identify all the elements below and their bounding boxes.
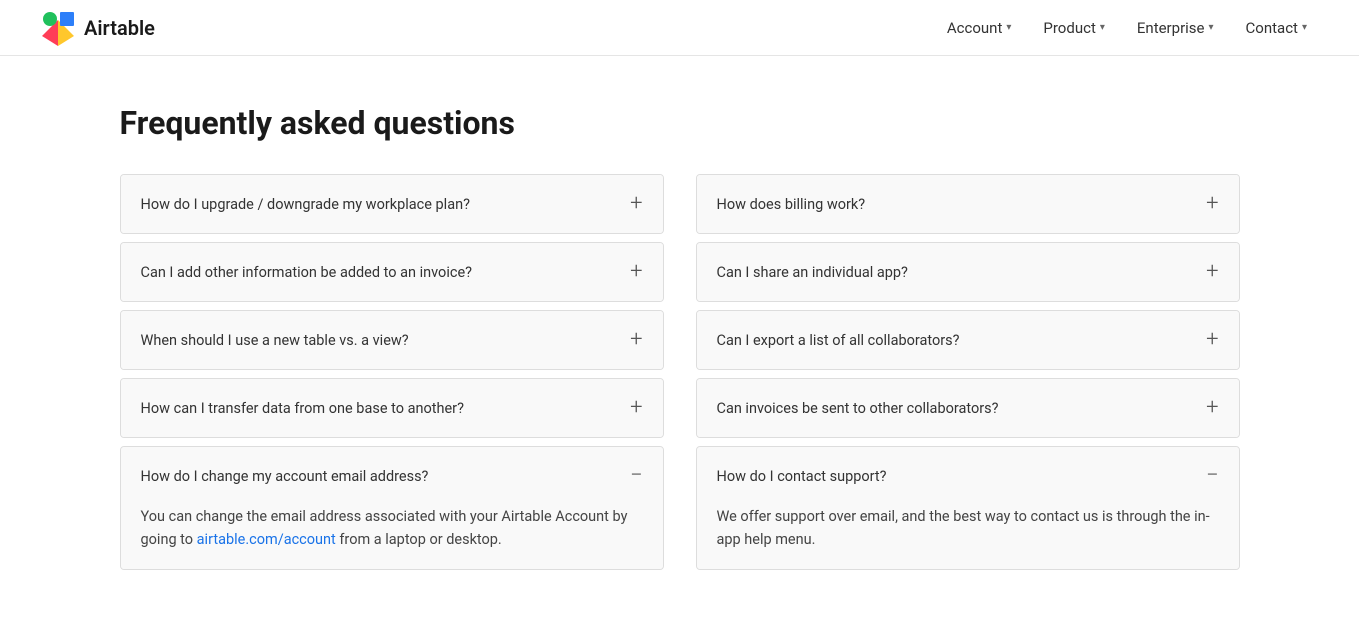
faq-answer-10-text: We offer support over email, and the bes… (717, 508, 1210, 548)
faq-question-1[interactable]: How do I upgrade / downgrade my workplac… (121, 175, 663, 233)
faq-item-4: How can I transfer data from one base to… (120, 378, 664, 438)
faq-right-column: How does billing work? + Can I share an … (696, 174, 1240, 578)
faq-toggle-6: + (1206, 193, 1218, 215)
nav-product[interactable]: Product ▾ (1031, 11, 1116, 45)
nav-enterprise-label: Enterprise (1137, 19, 1205, 37)
faq-toggle-3: + (630, 329, 642, 351)
faq-toggle-9: + (1206, 397, 1218, 419)
faq-question-9-text: Can invoices be sent to other collaborat… (717, 400, 999, 417)
faq-grid: How do I upgrade / downgrade my workplac… (120, 174, 1240, 578)
faq-toggle-1: + (630, 193, 642, 215)
faq-question-3[interactable]: When should I use a new table vs. a view… (121, 311, 663, 369)
nav-enterprise[interactable]: Enterprise ▾ (1125, 11, 1226, 45)
faq-left-column: How do I upgrade / downgrade my workplac… (120, 174, 664, 578)
nav-enterprise-chevron: ▾ (1209, 22, 1214, 33)
nav-account-label: Account (947, 19, 1003, 37)
faq-question-3-text: When should I use a new table vs. a view… (141, 332, 409, 349)
faq-answer-5: You can change the email address associa… (121, 505, 663, 569)
main-nav: Account ▾ Product ▾ Enterprise ▾ Contact… (935, 11, 1319, 45)
faq-question-5-text: How do I change my account email address… (141, 468, 429, 485)
faq-toggle-2: + (630, 261, 642, 283)
faq-question-7-text: Can I share an individual app? (717, 264, 908, 281)
logo-text: Airtable (84, 16, 155, 40)
nav-contact[interactable]: Contact ▾ (1234, 11, 1319, 45)
faq-answer-10: We offer support over email, and the bes… (697, 505, 1239, 569)
faq-item-5: How do I change my account email address… (120, 446, 664, 570)
faq-question-4[interactable]: How can I transfer data from one base to… (121, 379, 663, 437)
faq-toggle-4: + (630, 397, 642, 419)
faq-item-10: How do I contact support? − We offer sup… (696, 446, 1240, 570)
faq-item-2: Can I add other information be added to … (120, 242, 664, 302)
faq-question-8-text: Can I export a list of all collaborators… (717, 332, 960, 349)
page-title: Frequently asked questions (120, 104, 1240, 142)
site-header: Airtable Account ▾ Product ▾ Enterprise … (0, 0, 1359, 56)
faq-answer-5-suffix: from a laptop or desktop. (336, 531, 502, 548)
faq-question-2-text: Can I add other information be added to … (141, 264, 472, 281)
faq-toggle-7: + (1206, 261, 1218, 283)
nav-account[interactable]: Account ▾ (935, 11, 1024, 45)
faq-toggle-5: − (630, 465, 643, 487)
faq-item-9: Can invoices be sent to other collaborat… (696, 378, 1240, 438)
faq-item-3: When should I use a new table vs. a view… (120, 310, 664, 370)
faq-question-5[interactable]: How do I change my account email address… (121, 447, 663, 505)
faq-question-9[interactable]: Can invoices be sent to other collaborat… (697, 379, 1239, 437)
faq-answer-5-link[interactable]: airtable.com/account (197, 531, 336, 548)
nav-product-label: Product (1043, 19, 1095, 37)
faq-question-10-text: How do I contact support? (717, 468, 887, 485)
nav-contact-chevron: ▾ (1302, 22, 1307, 33)
faq-toggle-8: + (1206, 329, 1218, 351)
faq-question-6-text: How does billing work? (717, 196, 866, 213)
faq-toggle-10: − (1206, 465, 1219, 487)
faq-item-7: Can I share an individual app? + (696, 242, 1240, 302)
main-content: Frequently asked questions How do I upgr… (80, 56, 1280, 638)
faq-question-1-text: How do I upgrade / downgrade my workplac… (141, 196, 470, 213)
nav-contact-label: Contact (1246, 19, 1298, 37)
faq-item-8: Can I export a list of all collaborators… (696, 310, 1240, 370)
faq-item-6: How does billing work? + (696, 174, 1240, 234)
nav-account-chevron: ▾ (1006, 22, 1011, 33)
faq-question-2[interactable]: Can I add other information be added to … (121, 243, 663, 301)
faq-question-7[interactable]: Can I share an individual app? + (697, 243, 1239, 301)
faq-item-1: How do I upgrade / downgrade my workplac… (120, 174, 664, 234)
nav-product-chevron: ▾ (1100, 22, 1105, 33)
faq-question-4-text: How can I transfer data from one base to… (141, 400, 464, 417)
faq-question-8[interactable]: Can I export a list of all collaborators… (697, 311, 1239, 369)
logo-icon (40, 10, 76, 46)
logo-link[interactable]: Airtable (40, 10, 155, 46)
faq-question-10[interactable]: How do I contact support? − (697, 447, 1239, 505)
faq-question-6[interactable]: How does billing work? + (697, 175, 1239, 233)
